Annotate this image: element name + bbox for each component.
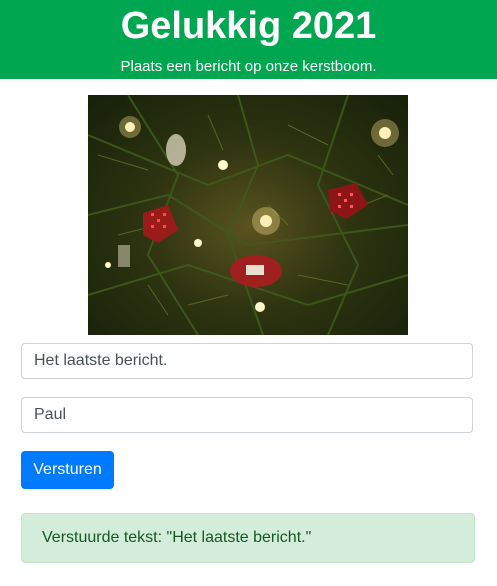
name-input[interactable] (21, 397, 473, 433)
submit-button[interactable]: Versturen (21, 451, 114, 489)
message-input[interactable] (21, 343, 473, 379)
sent-message-alert: Verstuurde tekst: "Het laatste bericht." (21, 513, 475, 563)
page-subtitle: Plaats een bericht op onze kerstboom. (120, 58, 377, 75)
page-header: Gelukkig 2021 Plaats een bericht op onze… (0, 0, 497, 79)
alert-text: Verstuurde tekst: "Het laatste bericht." (42, 529, 312, 546)
page-title: Gelukkig 2021 (120, 5, 377, 47)
christmas-tree-photo (88, 95, 408, 335)
